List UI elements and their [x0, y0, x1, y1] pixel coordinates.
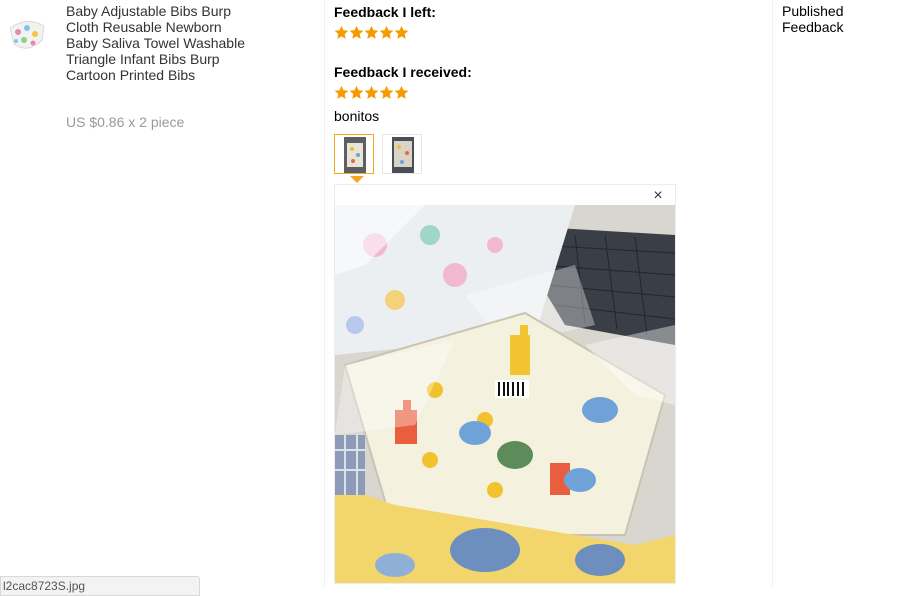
star-icon: [394, 25, 409, 39]
feedback-photo-thumb-2[interactable]: [382, 134, 422, 174]
feedback-received-label: Feedback I received:: [334, 64, 472, 80]
product-thumbnail[interactable]: [6, 14, 48, 56]
column-divider: [772, 0, 773, 588]
close-icon[interactable]: ×: [651, 188, 665, 204]
published-feedback-status: Published Feedback: [782, 3, 844, 35]
column-divider: [324, 0, 325, 588]
selected-photo-pointer: [350, 176, 364, 183]
star-icon: [334, 85, 349, 99]
star-icon: [349, 85, 364, 99]
star-icon: [379, 25, 394, 39]
product-title[interactable]: Baby Adjustable Bibs Burp Cloth Reusable…: [66, 3, 246, 83]
photo-thumb-image: [344, 137, 366, 173]
star-icon: [394, 85, 409, 99]
bib-product-image: [6, 14, 48, 56]
star-icon: [334, 25, 349, 39]
product-title-link[interactable]: Baby Adjustable Bibs Burp Cloth Reusable…: [66, 3, 245, 83]
feedback-received-stars: [334, 85, 409, 101]
feedback-photo-large: [335, 205, 675, 583]
price-quantity: US $0.86 x 2 piece: [66, 114, 185, 130]
star-icon: [349, 25, 364, 39]
feedback-left-stars: [334, 25, 409, 41]
browser-status-url: l2cac8723S.jpg: [0, 576, 200, 596]
star-icon: [364, 25, 379, 39]
feedback-comment: bonitos: [334, 108, 380, 124]
star-icon: [364, 85, 379, 99]
star-icon: [379, 85, 394, 99]
feedback-photo-thumb-1[interactable]: [334, 134, 374, 174]
photo-thumb-image: [392, 137, 414, 173]
photo-viewer: ×: [334, 184, 676, 584]
feedback-left-label: Feedback I left:: [334, 4, 436, 20]
